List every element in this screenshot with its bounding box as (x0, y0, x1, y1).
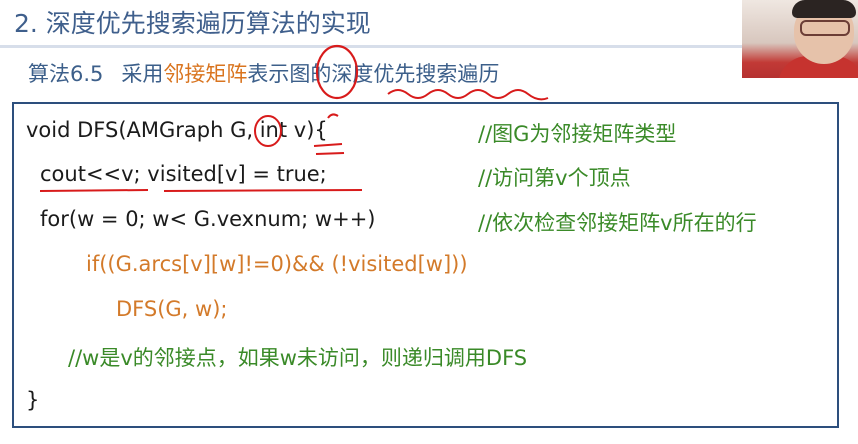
title-divider (0, 45, 858, 48)
presenter-glasses (800, 20, 850, 36)
presenter-hair (792, 0, 856, 18)
wavy-underline-annotation (387, 89, 549, 101)
code-comment-3: //依次检查邻接矩阵v所在的行 (478, 211, 757, 235)
code-line-2: cout<<v; visited[v] = true; (40, 162, 327, 186)
code-line-7: } (26, 388, 40, 412)
webcam-presenter-video (742, 0, 858, 78)
algorithm-subtitle: 算法6.5 采用邻接矩阵表示图的深度优先搜索遍历 (28, 58, 499, 88)
code-comment-1: //图G为邻接矩阵类型 (478, 122, 677, 146)
code-line-3: for(w = 0; w< G.vexnum; w++) (40, 207, 376, 231)
subtitle-highlight: 邻接矩阵 (163, 62, 248, 86)
code-line-5: DFS(G, w); (116, 297, 228, 321)
subtitle-prefix: 采用 (121, 62, 164, 86)
algorithm-number: 算法6.5 (28, 62, 104, 86)
subtitle-suffix: 表示图的深度优先搜索遍历 (247, 62, 500, 86)
code-comment-6: //w是v的邻接点，如果w未访问，则递归调用DFS (68, 346, 528, 370)
code-line-1: void DFS(AMGraph G, int v){ (26, 118, 328, 142)
page-title: 2. 深度优先搜索遍历算法的实现 (14, 9, 371, 38)
code-line-4: if((G.arcs[v][w]!=0)&& (!visited[w])) (86, 252, 468, 276)
code-comment-2: //访问第v个顶点 (478, 166, 631, 190)
slide-header: 2. 深度优先搜索遍历算法的实现 (0, 0, 740, 45)
